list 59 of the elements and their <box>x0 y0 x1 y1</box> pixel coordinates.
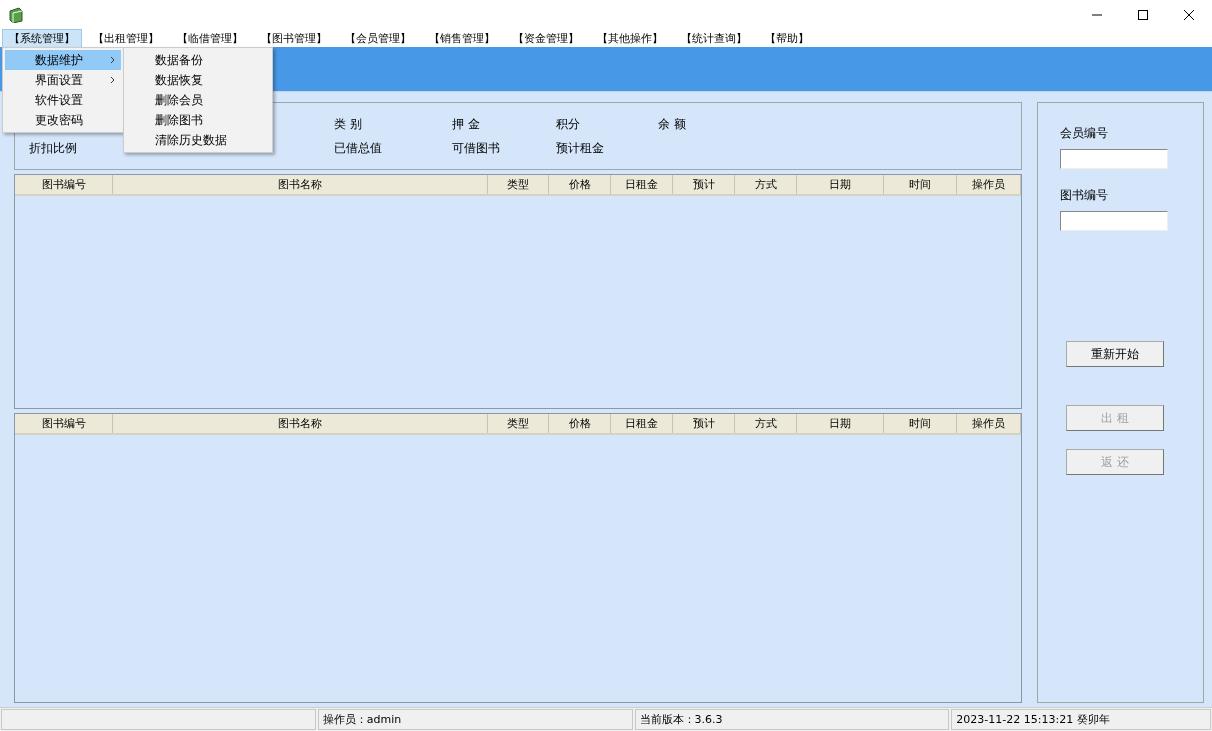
menu-entry[interactable]: 数据维护 <box>5 50 121 70</box>
column-header: 类型 <box>488 175 549 194</box>
menu-entry[interactable]: 删除会员 <box>124 90 272 110</box>
book-icon <box>8 7 24 23</box>
info-label: 折扣比例 <box>29 139 78 157</box>
column-header: 日租金 <box>611 413 673 433</box>
info-label: 预计租金 <box>556 139 605 157</box>
column-header: 图书名称 <box>113 413 488 433</box>
menu-entry[interactable]: 软件设置 <box>5 90 121 110</box>
menu-entry[interactable]: 删除图书 <box>124 110 272 130</box>
menu-item[interactable]: 【会员管理】 <box>338 29 418 48</box>
info-label: 押 金 <box>452 115 481 133</box>
menu-entry[interactable]: 数据备份 <box>124 50 272 70</box>
input-field[interactable] <box>1060 211 1168 231</box>
column-header: 方式 <box>735 413 797 433</box>
column-header: 预计 <box>673 175 735 194</box>
info-label: 积分 <box>556 115 581 133</box>
column-header: 价格 <box>549 413 611 433</box>
menu-entry[interactable]: 界面设置 <box>5 70 121 90</box>
column-header: 操作员 <box>957 175 1021 194</box>
action-button[interactable]: 重新开始 <box>1066 341 1164 367</box>
menu-item[interactable]: 【图书管理】 <box>254 29 334 48</box>
column-header: 时间 <box>884 413 957 433</box>
column-header: 日期 <box>797 413 884 433</box>
close-icon <box>1184 10 1194 20</box>
input-field[interactable] <box>1060 149 1168 169</box>
menu-item[interactable]: 【其他操作】 <box>590 29 670 48</box>
maximize-icon <box>1138 10 1148 20</box>
status-cell: 当前版本：3.6.3 <box>634 709 950 730</box>
column-header: 日租金 <box>611 175 673 194</box>
status-cell: 操作员：admin <box>317 709 633 730</box>
menu-item[interactable]: 【统计查询】 <box>674 29 754 48</box>
column-header: 预计 <box>673 413 735 433</box>
column-header: 图书编号 <box>15 413 113 433</box>
info-label: 已借总值 <box>334 139 383 157</box>
column-header: 日期 <box>797 175 884 194</box>
menu-item[interactable]: 【帮助】 <box>758 29 816 48</box>
chevron-right-icon <box>110 76 115 84</box>
column-header: 类型 <box>488 413 549 433</box>
menu-item[interactable]: 【临借管理】 <box>170 29 250 48</box>
menu-item[interactable]: 【销售管理】 <box>422 29 502 48</box>
column-header: 时间 <box>884 175 957 194</box>
column-header: 价格 <box>549 175 611 194</box>
field-label: 会员编号 <box>1060 125 1109 142</box>
menu-entry[interactable]: 清除历史数据 <box>124 130 272 150</box>
column-header: 图书编号 <box>15 175 113 194</box>
menu-item[interactable]: 【出租管理】 <box>86 29 166 48</box>
column-header: 图书名称 <box>113 175 488 194</box>
field-label: 图书编号 <box>1060 187 1109 204</box>
chevron-right-icon <box>110 56 115 64</box>
status-cell: 2023-11-22 15:13:21 癸卯年 <box>951 709 1211 730</box>
info-label: 类 别 <box>334 115 363 133</box>
info-label: 可借图书 <box>452 139 501 157</box>
menu-item[interactable]: 【资金管理】 <box>506 29 586 48</box>
menu-entry[interactable]: 数据恢复 <box>124 70 272 90</box>
info-label: 余 额 <box>658 115 687 133</box>
column-header: 方式 <box>735 175 797 194</box>
menu-entry[interactable]: 更改密码 <box>5 110 121 130</box>
column-header: 操作员 <box>957 413 1021 433</box>
